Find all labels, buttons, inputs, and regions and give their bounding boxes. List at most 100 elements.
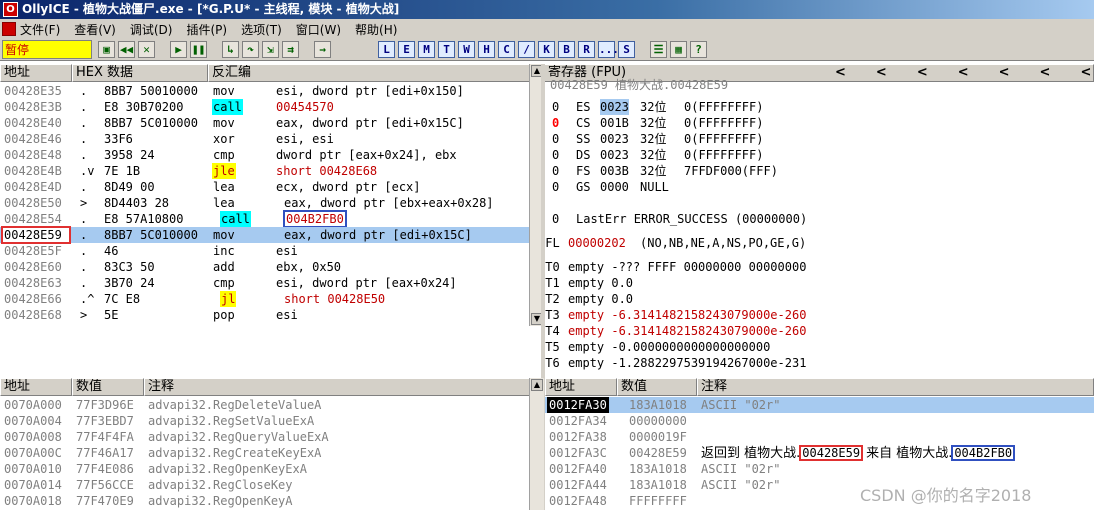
execute-till-return-icon[interactable]: → [314,41,331,58]
stack-col-comment[interactable]: 注释 [697,378,1094,396]
call-stack-button[interactable]: K [538,41,555,58]
disasm-row[interactable]: 00428E63. 3B70 24 cmp esi, dword ptr [eax+0… [0,275,530,291]
step-over-icon[interactable]: ↷ [242,41,259,58]
dump-col-comment[interactable]: 注释 [144,378,530,396]
threads-button[interactable]: T [438,41,455,58]
trace-into-icon[interactable]: ⇲ [262,41,279,58]
dump-row[interactable]: 0070A018 77F470E9 advapi32.RegOpenKeyA [0,493,530,509]
disasm-row[interactable]: 00428E3B. E8 30B70200 call 00454570 [0,99,530,115]
col-hex-header[interactable]: HEX 数据 [72,64,208,82]
disasm-mark: . [80,84,88,98]
modules-button[interactable]: E [398,41,415,58]
disasm-row[interactable]: 00428E4B .v 7E 1B jle short 00428E68 [0,163,530,179]
stack-col-address[interactable]: 地址 [545,378,617,396]
stack-row[interactable]: 0012FA3C 00428E59 返回到 植物大战. 00428E59 来自 植物大战… [545,445,1094,461]
menu-window[interactable]: 窗口(W) [296,21,341,38]
dump-value: 77F3D96E [76,398,134,412]
grid-icon[interactable]: ▦ [670,41,687,58]
pause-icon[interactable]: ❚❚ [190,41,207,58]
dump-col-address[interactable]: 地址 [0,378,72,396]
register-name: ES [576,100,591,114]
disasm-row[interactable]: 00428E50 >8D4403 28 lea eax, dword ptr [ebx… [0,195,530,211]
run-trace-button[interactable]: ... [598,41,619,58]
breakpoints-button[interactable]: B [558,41,575,58]
dump-address: 0070A00C [4,446,62,460]
disasm-row[interactable]: 00428E68 >5E pop esi [0,307,530,323]
disasm-row[interactable]: 00428E59. 8BB7 5C010000 mov eax, dword ptr … [0,226,530,244]
dump-row[interactable]: 0070A010 77F4E086 advapi32.RegOpenKeyExA [0,461,530,477]
disasm-row[interactable]: 00428E60. 83C3 50 add ebx, 0x50 [0,259,530,275]
memory-button[interactable]: M [418,41,435,58]
log-window-button[interactable]: L [378,41,395,58]
disasm-row[interactable]: 00428E46. 33F6 xor esi, esi [0,131,530,147]
disasm-hex: E8 57A10800 [104,212,184,226]
menu-plugins[interactable]: 插件(P) [186,21,227,38]
register-name: DS [576,148,591,162]
menu-debug[interactable]: 调试(D) [130,21,173,38]
dump-scrollbar[interactable]: ▲ [529,378,544,510]
stack-row[interactable]: 0012FA38 0000019F [545,429,1094,445]
disasm-hex: 8BB7 5C010000 [104,116,198,130]
cpu-button[interactable]: C [498,41,515,58]
h-splitter[interactable] [0,328,544,378]
menu-file[interactable]: 文件(F) [20,21,60,38]
register-nav-arrow[interactable]: < [876,65,887,80]
step-into-icon[interactable]: ↳ [222,41,239,58]
dump-col-value[interactable]: 数值 [72,378,144,396]
stack-row[interactable]: 0012FA40 183A1018 ASCII "02r" [545,461,1094,477]
register-nav-arrow[interactable]: < [958,65,969,80]
patches-button[interactable]: / [518,41,535,58]
dump-row[interactable]: 0070A008 77F4F4FA advapi32.RegQueryValueEx… [0,429,530,445]
dump-comment: advapi32.RegQueryValueExA [148,430,329,444]
stack-address: 0012FA38 [549,430,607,444]
disasm-row[interactable]: 00428E35. 8BB7 50010000 mov esi, dword ptr … [0,83,530,99]
disasm-row[interactable]: 00428E40. 8BB7 5C010000 mov eax, dword ptr … [0,115,530,131]
help-icon[interactable]: ? [690,41,707,58]
disasm-row[interactable]: 00428E5F. 46 inc esi [0,243,530,259]
disasm-mnemonic: add [213,260,235,274]
dump-row[interactable]: 0070A004 77F3EBD7 advapi32.RegSetValueExA [0,413,530,429]
disasm-hex: 83C3 50 [104,260,155,274]
dump-address: 0070A010 [4,462,62,476]
list-icon[interactable]: ☰ [650,41,667,58]
col-disasm-header[interactable]: 反汇编 [208,64,530,82]
source-button[interactable]: S [618,41,635,58]
stack-row[interactable]: 0012FA34 00000000 [545,413,1094,429]
col-address-header[interactable]: 地址 [0,64,72,82]
dump-value: 77F56CCE [76,478,134,492]
close-icon[interactable]: ✕ [138,41,155,58]
register-nav-arrow[interactable]: < [917,65,928,80]
disasm-address: 00428E50 [4,196,62,210]
disasm-row[interactable]: 00428E4D. 8D49 00 lea ecx, dword ptr [ecx] [0,179,530,195]
stack-col-value[interactable]: 数值 [617,378,697,396]
register-value: 0023 [600,99,629,115]
menu-view[interactable]: 查看(V) [74,21,116,38]
windows-button[interactable]: W [458,41,475,58]
register-nav-arrow[interactable]: < [835,65,846,80]
register-nav-arrow[interactable]: < [1080,65,1091,80]
disasm-row[interactable]: 00428E54. E8 57A10800 call 004B2FB0 [0,210,530,228]
stack-comment: ASCII "02r" [701,398,781,412]
dump-address: 0070A008 [4,430,62,444]
menu-help[interactable]: 帮助(H) [355,21,397,38]
stack-row[interactable]: 0012FA30 183A1018 ASCII "02r" [545,397,1094,413]
run-icon[interactable]: ▶ [170,41,187,58]
open-icon[interactable]: ▣ [98,41,115,58]
restart-icon[interactable]: ◀◀ [118,41,135,58]
trace-over-icon[interactable]: ⇉ [282,41,299,58]
dump-row[interactable]: 0070A014 77F56CCE advapi32.RegCloseKey [0,477,530,493]
register-name: FS [576,164,591,178]
dump-address: 0070A004 [4,414,62,428]
scroll-up-icon[interactable]: ▲ [531,379,543,391]
disasm-operand: short 00428E68 [276,164,378,178]
handles-button[interactable]: H [478,41,495,58]
register-nav-arrow[interactable]: < [999,65,1010,80]
disasm-row[interactable]: 00428E66 .^ 7C E8 jl short 00428E50 [0,291,530,307]
dump-row[interactable]: 0070A000 77F3D96E advapi32.RegDeleteValueA [0,397,530,413]
disasm-row[interactable]: 00428E48. 3958 24 cmp dword ptr [eax+0x24],… [0,147,530,163]
references-button[interactable]: R [578,41,595,58]
disasm-mark: > [80,308,88,322]
menu-options[interactable]: 选项(T) [241,21,282,38]
dump-row[interactable]: 0070A00C 77F46A17 advapi32.RegCreateKeyExA [0,445,530,461]
register-nav-arrow[interactable]: < [1040,65,1051,80]
